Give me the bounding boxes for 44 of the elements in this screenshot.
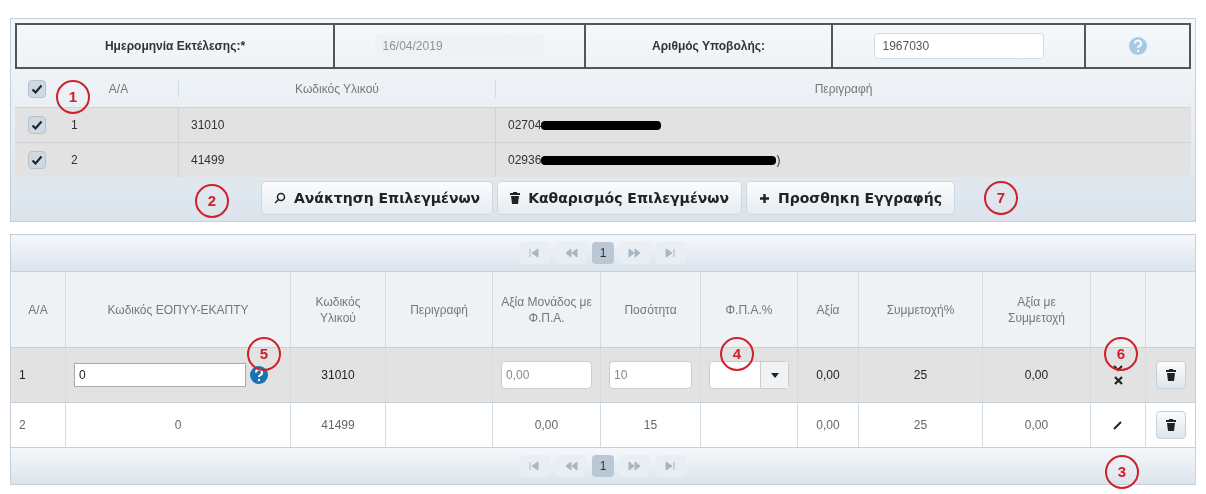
annotation-marker: 2 bbox=[195, 184, 229, 218]
annotation-marker: 1 bbox=[56, 80, 90, 114]
plus-icon bbox=[758, 192, 770, 204]
prev-arrow-icon bbox=[563, 459, 579, 473]
annotation-marker: 3 bbox=[1105, 455, 1139, 489]
caret-icon bbox=[770, 372, 779, 378]
action-button[interactable]: Καθαρισμός Επιλεγμένων bbox=[497, 181, 742, 215]
delete-button[interactable] bbox=[1155, 361, 1186, 389]
annotation-marker: 5 bbox=[247, 337, 281, 371]
next-arrow-icon bbox=[627, 459, 643, 473]
quantity-field[interactable]: 10 bbox=[609, 361, 692, 389]
table-cell: 2 bbox=[59, 143, 179, 177]
vat-dropdown[interactable] bbox=[709, 361, 789, 389]
checkbox[interactable] bbox=[28, 80, 46, 98]
pencil-icon[interactable] bbox=[1113, 420, 1123, 430]
annotation-marker: 7 bbox=[984, 181, 1018, 215]
help-icon[interactable] bbox=[249, 365, 269, 385]
trash-icon bbox=[1165, 419, 1176, 431]
annotation-marker: 4 bbox=[720, 337, 754, 371]
table-cell-text: 02704 bbox=[508, 117, 542, 134]
unit-value-field[interactable]: 0,00 bbox=[501, 361, 592, 389]
submission-number-field[interactable]: 1967030 bbox=[873, 33, 1044, 59]
close-icon[interactable] bbox=[1113, 376, 1123, 385]
table-cell-text: 02936 bbox=[508, 152, 542, 169]
field-label: Αριθμός Υποβολής: bbox=[586, 25, 833, 67]
table-cell-text: ) bbox=[776, 152, 781, 169]
action-button[interactable]: Προσθηκη Εγγραφής bbox=[745, 181, 956, 215]
checkbox[interactable] bbox=[28, 151, 46, 169]
delete-button[interactable] bbox=[1155, 411, 1186, 439]
column-header: Περιγραφή bbox=[813, 81, 874, 98]
search-icon bbox=[273, 192, 286, 204]
annotation-marker: 6 bbox=[1104, 337, 1138, 371]
trash-icon bbox=[1165, 369, 1176, 381]
page-button[interactable]: 1 bbox=[592, 455, 614, 477]
trash-icon bbox=[510, 192, 521, 204]
prev-arrow-icon bbox=[563, 246, 579, 260]
page-button[interactable]: 1 bbox=[592, 242, 614, 264]
table-cell: 41499 bbox=[179, 143, 496, 177]
checkbox[interactable] bbox=[28, 116, 46, 134]
next-arrow-icon bbox=[627, 246, 643, 260]
code-field[interactable]: 0 bbox=[74, 363, 246, 387]
field-label: Ημερομηνία Εκτέλεσης:* bbox=[17, 25, 335, 67]
column-header: Κωδικός Υλικού bbox=[179, 80, 496, 98]
action-button[interactable]: Ανάκτηση Επιλεγμένων bbox=[260, 181, 494, 215]
